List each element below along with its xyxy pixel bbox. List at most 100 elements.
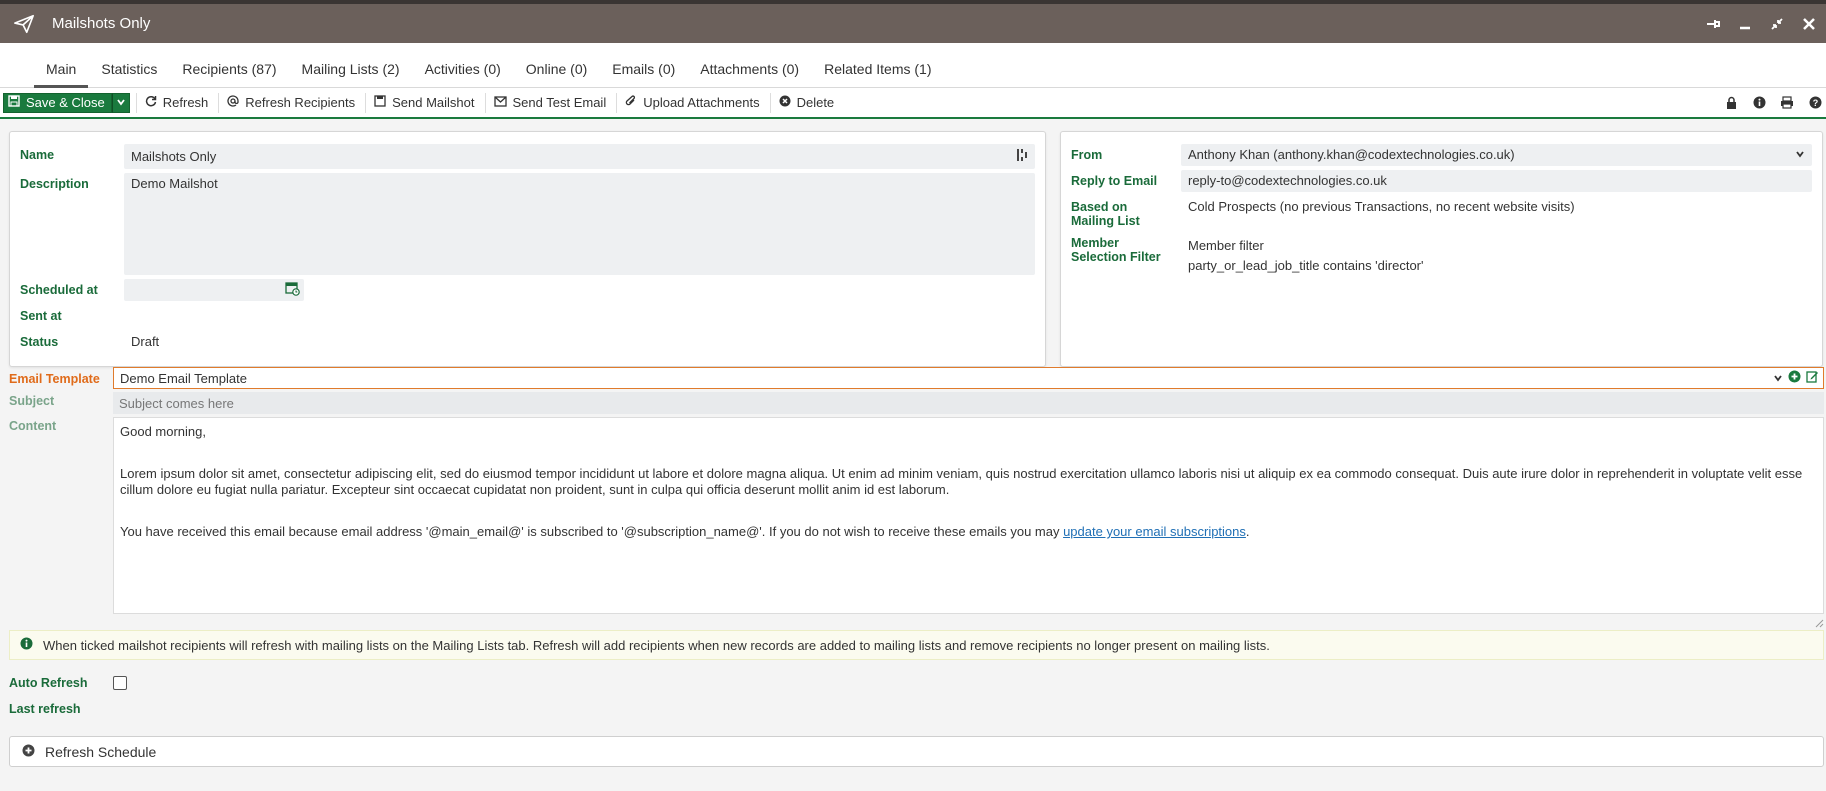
description-label: Description <box>20 177 89 191</box>
content-footer-text: You have received this email because ema… <box>120 524 1064 539</box>
member-filter-line1: Member filter <box>1188 238 1264 253</box>
chevron-down-icon <box>116 95 126 110</box>
based-on-label-line1: Based on <box>1071 200 1128 214</box>
reply-to-field[interactable]: reply-to@codextechnologies.co.uk <box>1181 170 1812 192</box>
info-text: When ticked mailshot recipients will ref… <box>43 637 1270 653</box>
content-greeting: Good morning, <box>120 424 206 439</box>
email-template-section: Email Template Demo Email Template Subje… <box>0 367 1826 628</box>
member-filter-label-line2: Selection Filter <box>1071 250 1161 264</box>
from-label: From <box>1071 148 1103 162</box>
info-icon[interactable] <box>1752 96 1766 110</box>
tab-recipients[interactable]: Recipients (87) <box>170 61 288 87</box>
paperclip-icon <box>625 95 637 110</box>
window-controls <box>1704 4 1818 43</box>
email-template-icons <box>1773 370 1819 386</box>
description-row: Description Demo Mailshot <box>20 173 1035 275</box>
plus-circle-icon <box>22 744 35 760</box>
content-label: Content <box>9 419 57 433</box>
from-select[interactable]: Anthony Khan (anthony.khan@codextechnolo… <box>1181 144 1812 166</box>
window-title: Mailshots Only <box>52 15 151 32</box>
at-icon <box>227 95 239 110</box>
send-test-email-button[interactable]: Send Test Email <box>484 92 617 113</box>
svg-text:?: ? <box>1812 98 1818 108</box>
status-value: Draft <box>131 334 160 349</box>
update-subscriptions-link[interactable]: update your email subscriptions <box>1063 524 1246 539</box>
envelope-icon <box>493 95 507 110</box>
save-options-dropdown[interactable] <box>111 92 130 113</box>
paper-plane-icon <box>10 10 38 38</box>
tab-statistics[interactable]: Statistics <box>89 61 169 87</box>
member-filter-line2: party_or_lead_job_title contains 'direct… <box>1188 258 1424 273</box>
content-body: Lorem ipsum dolor sit amet, consectetur … <box>120 466 1803 497</box>
refresh-recipients-button[interactable]: Refresh Recipients <box>218 92 365 113</box>
auto-refresh-checkbox[interactable] <box>113 676 127 690</box>
tab-related-items[interactable]: Related Items (1) <box>812 61 943 87</box>
tab-mailing-lists[interactable]: Mailing Lists (2) <box>290 61 412 87</box>
send-mailshot-label: Send Mailshot <box>392 95 475 110</box>
field-options-icon[interactable] <box>1016 148 1028 165</box>
refresh-recipients-label: Refresh Recipients <box>245 95 356 110</box>
member-filter-label-line1: Member <box>1071 236 1119 250</box>
from-row: From Anthony Khan (anthony.khan@codextec… <box>1071 144 1812 166</box>
edit-icon[interactable] <box>1806 370 1819 386</box>
content-editor[interactable]: Good morning, Lorem ipsum dolor sit amet… <box>113 417 1824 614</box>
print-icon[interactable] <box>1780 96 1794 110</box>
info-icon <box>20 637 33 653</box>
scheduled-field[interactable] <box>124 279 304 301</box>
member-filter-value: Member filter party_or_lead_job_title co… <box>1181 232 1812 280</box>
auto-refresh-label: Auto Refresh <box>9 676 88 690</box>
minimize-icon[interactable] <box>1736 15 1754 33</box>
details-panels: Name Mailshots Only Description Demo Mai… <box>0 119 1826 367</box>
subject-input[interactable]: Subject comes here <box>113 392 1824 414</box>
subject-row: Subject Subject comes here <box>9 389 1826 414</box>
upload-attachments-button[interactable]: Upload Attachments <box>616 92 769 113</box>
tab-attachments[interactable]: Attachments (0) <box>688 61 811 87</box>
reply-label: Reply to Email <box>1071 174 1158 188</box>
based-on-label: Based on Mailing List <box>1071 196 1181 228</box>
member-filter-label: Member Selection Filter <box>1071 232 1181 264</box>
subject-label: Subject <box>9 394 55 408</box>
name-field[interactable]: Mailshots Only <box>124 144 1035 169</box>
tab-online[interactable]: Online (0) <box>514 61 599 87</box>
chevron-down-icon[interactable] <box>1773 371 1783 386</box>
based-on-value: Cold Prospects (no previous Transactions… <box>1188 199 1575 214</box>
save-close-button-group: Save & Close <box>3 92 130 113</box>
member-filter-row: Member Selection Filter Member filter par… <box>1071 232 1812 280</box>
plus-circle-icon[interactable] <box>1788 370 1801 386</box>
scheduled-row: Scheduled at <box>20 279 1035 301</box>
close-icon[interactable] <box>1800 15 1818 33</box>
toolbar-right-icons: ? <box>1724 88 1826 117</box>
send-mailshot-button[interactable]: Send Mailshot <box>365 92 484 113</box>
refresh-button[interactable]: Refresh <box>135 92 219 113</box>
name-label: Name <box>20 148 55 162</box>
pin-icon[interactable] <box>1704 15 1722 33</box>
description-field[interactable]: Demo Mailshot <box>124 173 1035 275</box>
delete-icon <box>779 95 791 110</box>
refresh-label: Refresh <box>162 95 209 110</box>
help-icon[interactable]: ? <box>1808 96 1822 110</box>
restore-icon[interactable] <box>1768 15 1786 33</box>
sent-label: Sent at <box>20 309 62 323</box>
content-row: Content Good morning, Lorem ipsum dolor … <box>9 414 1826 628</box>
email-template-input[interactable]: Demo Email Template <box>113 367 1824 389</box>
tab-activities[interactable]: Activities (0) <box>413 61 513 87</box>
refresh-schedule-accordion[interactable]: Refresh Schedule <box>9 736 1824 767</box>
content-footer-end: . <box>1245 524 1250 539</box>
based-on-row: Based on Mailing List Cold Prospects (no … <box>1071 196 1812 229</box>
save-close-button[interactable]: Save & Close <box>3 92 112 113</box>
auto-refresh-row: Auto Refresh <box>0 660 1826 694</box>
based-on-label-line2: Mailing List <box>1071 214 1140 228</box>
tab-main[interactable]: Main <box>34 61 89 88</box>
tab-emails[interactable]: Emails (0) <box>600 61 687 87</box>
status-row: Status Draft <box>20 331 1035 353</box>
sent-row: Sent at <box>20 305 1035 327</box>
email-template-value: Demo Email Template <box>120 370 247 386</box>
lock-icon[interactable] <box>1724 96 1738 110</box>
calendar-icon[interactable] <box>285 281 300 299</box>
delete-button[interactable]: Delete <box>769 92 845 113</box>
content-footer: You have received this email because ema… <box>120 524 1817 540</box>
delete-label: Delete <box>796 95 835 110</box>
window-titlebar: Mailshots Only <box>0 4 1826 43</box>
resize-handle-icon[interactable] <box>1814 616 1824 628</box>
